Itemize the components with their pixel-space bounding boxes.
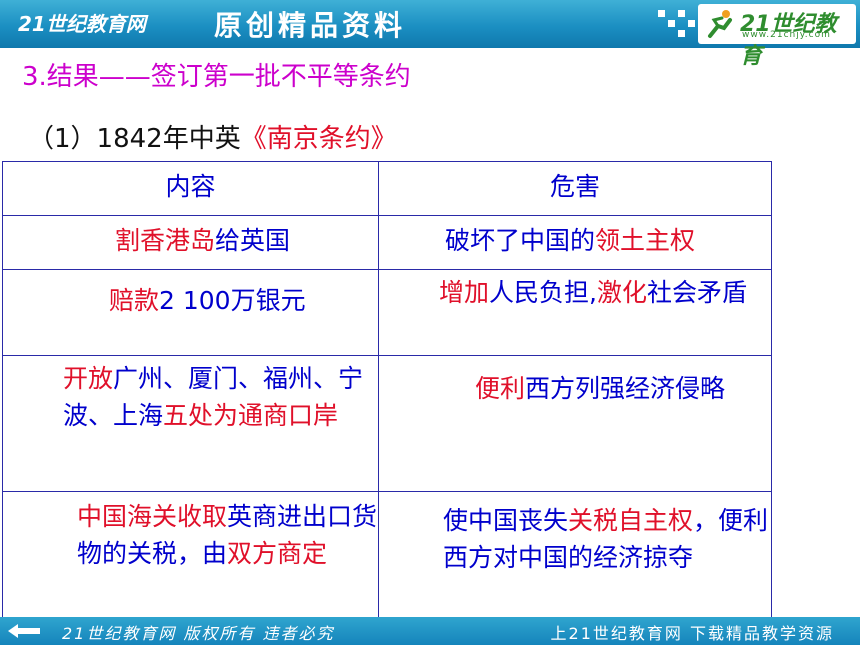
harm-cell: 便利西方列强经济侵略 — [378, 355, 772, 492]
table-header-row: 内容 危害 — [2, 161, 772, 216]
highlighted-text: 便利 — [475, 374, 526, 403]
highlighted-text: 开放 — [63, 364, 114, 393]
highlighted-text: 双方商定 — [227, 539, 328, 568]
copyright-text: 21世纪教育网 版权所有 违者必究 — [62, 624, 335, 643]
table-row: 割香港岛给英国 破坏了中国的领土主权 — [2, 215, 772, 270]
content-cell: 割香港岛给英国 — [2, 215, 379, 270]
harm-cell: 增加人民负担,激化社会矛盾 — [378, 269, 772, 356]
runner-logo-icon — [708, 10, 732, 38]
treaty-content-table: 内容 危害 割香港岛给英国 破坏了中国的领土主权 赔款2 100万银元 增加人民… — [2, 161, 772, 637]
cell-text: 西方列强经济侵略 — [525, 374, 726, 403]
harm-cell: 破坏了中国的领土主权 — [378, 215, 772, 270]
logo-url: www.21cnjy.com — [742, 30, 831, 40]
highlighted-text: 五处为通商口岸 — [163, 401, 339, 430]
highlighted-text: 中国海关收取 — [77, 502, 228, 531]
cell-text: 破坏了中国的 — [445, 226, 596, 255]
content-cell: 中国海关收取英商进出口货物的关税，由双方商定 — [2, 491, 379, 637]
highlighted-text: 激化 — [596, 278, 647, 307]
highlighted-text: 增加 — [439, 278, 490, 307]
content-cell: 赔款2 100万银元 — [2, 269, 379, 356]
table-row: 中国海关收取英商进出口货物的关税，由双方商定 使中国丧失关税自主权，便利西方对中… — [2, 491, 772, 637]
highlighted-text: 领土主权 — [595, 226, 696, 255]
highlighted-text: 割香港岛 — [115, 226, 216, 255]
highlighted-text: 赔款 — [109, 286, 160, 315]
highlighted-text: 关税自主权 — [568, 506, 694, 535]
cell-text: 人民负担, — [489, 278, 597, 307]
table-row: 开放广州、厦门、福州、宁波、上海五处为通商口岸 便利西方列强经济侵略 — [2, 355, 772, 492]
top-banner: 21世纪教育网 原创精品资料 21世纪教育 www.21cnjy.com — [0, 0, 860, 69]
treaty-subheading: （1）1842年中英《南京条约》 — [28, 118, 397, 155]
cell-text: 使中国丧失 — [443, 506, 569, 535]
cell-text: 给英国 — [215, 226, 291, 255]
treaty-name: 《南京条约》 — [240, 124, 397, 154]
decorative-squares-icon — [658, 10, 695, 40]
table-row: 赔款2 100万银元 增加人民负担,激化社会矛盾 — [2, 269, 772, 356]
site-logo[interactable]: 21世纪教育 www.21cnjy.com — [698, 4, 856, 69]
site-name: 21世纪教育网 — [18, 12, 146, 36]
content-cell: 开放广州、厦门、福州、宁波、上海五处为通商口岸 — [2, 355, 379, 492]
banner-slogan: 原创精品资料 — [214, 9, 407, 42]
promo-link[interactable]: 上21世纪教育网 下载精品教学资源 — [551, 620, 834, 644]
back-arrow-icon[interactable] — [6, 622, 42, 640]
section-heading: 3.结果——签订第一批不平等条约 — [22, 62, 411, 92]
header-content: 内容 — [2, 161, 379, 216]
subheading-prefix: （1）1842年中英 — [28, 124, 241, 154]
bottom-banner: 21世纪教育网 版权所有 违者必究 上21世纪教育网 下载精品教学资源 — [0, 617, 860, 645]
cell-text: 2 100万银元 — [159, 286, 306, 315]
cell-text: 社会矛盾 — [646, 278, 747, 307]
header-harm: 危害 — [378, 161, 772, 216]
harm-cell: 使中国丧失关税自主权，便利西方对中国的经济掠夺 — [378, 491, 772, 637]
